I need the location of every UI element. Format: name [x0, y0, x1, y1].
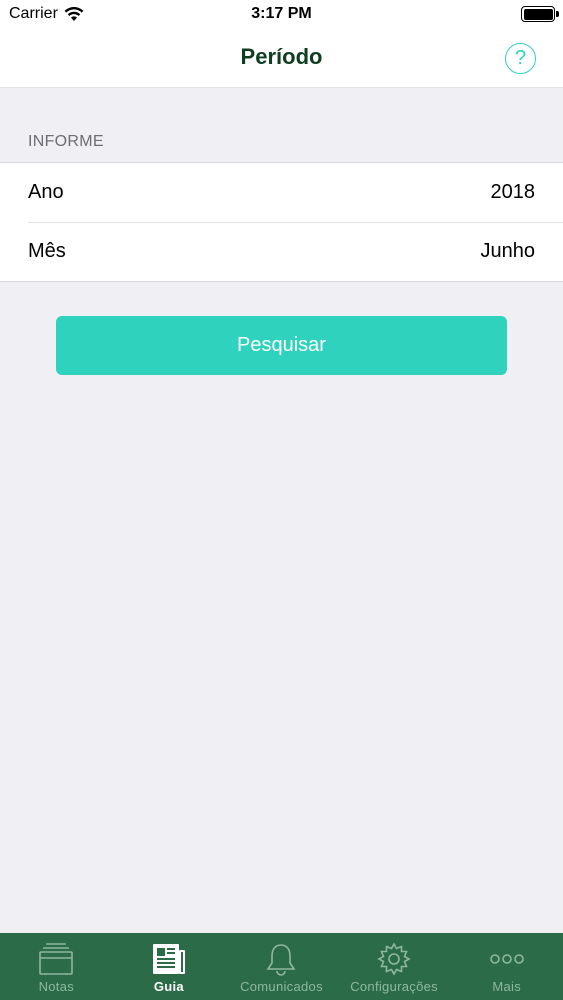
newspaper-icon [152, 944, 185, 974]
section-header: INFORME [28, 133, 104, 150]
tab-mais[interactable]: Mais [450, 933, 563, 1000]
bell-icon [266, 944, 296, 976]
tab-guia[interactable]: Guia [113, 933, 226, 1000]
search-button[interactable]: Pesquisar [56, 316, 507, 375]
tab-configuracoes[interactable]: Configurações [338, 933, 451, 1000]
tab-bar: Notas Guia Comunicados Configurações Mai… [0, 933, 563, 1000]
row-month-label: Mês [28, 240, 66, 262]
page-title: Período [240, 44, 323, 69]
row-year-value: 2018 [490, 181, 536, 203]
help-icon[interactable]: ? [505, 43, 536, 74]
period-table: Ano 2018 Mês Junho [0, 162, 563, 282]
row-month[interactable]: Mês Junho [0, 222, 563, 281]
tab-notas[interactable]: Notas [0, 933, 113, 1000]
tab-comunicados-label: Comunicados [240, 979, 323, 994]
tab-notas-label: Notas [38, 979, 75, 994]
row-year[interactable]: Ano 2018 [0, 163, 563, 222]
row-year-label: Ano [28, 181, 64, 203]
more-icon [489, 954, 524, 964]
tab-configuracoes-label: Configurações [350, 979, 438, 994]
status-time: 3:17 PM [251, 5, 312, 22]
battery-icon [521, 6, 559, 22]
tab-guia-label: Guia [153, 979, 184, 994]
status-bar: Carrier 3:17 PM [0, 0, 563, 30]
gear-icon [377, 942, 411, 976]
row-month-value: Junho [480, 240, 536, 262]
tab-comunicados[interactable]: Comunicados [225, 933, 338, 1000]
tab-mais-label: Mais [492, 979, 521, 994]
tray-icon [39, 943, 74, 975]
navigation-bar: Período ? [0, 30, 563, 88]
